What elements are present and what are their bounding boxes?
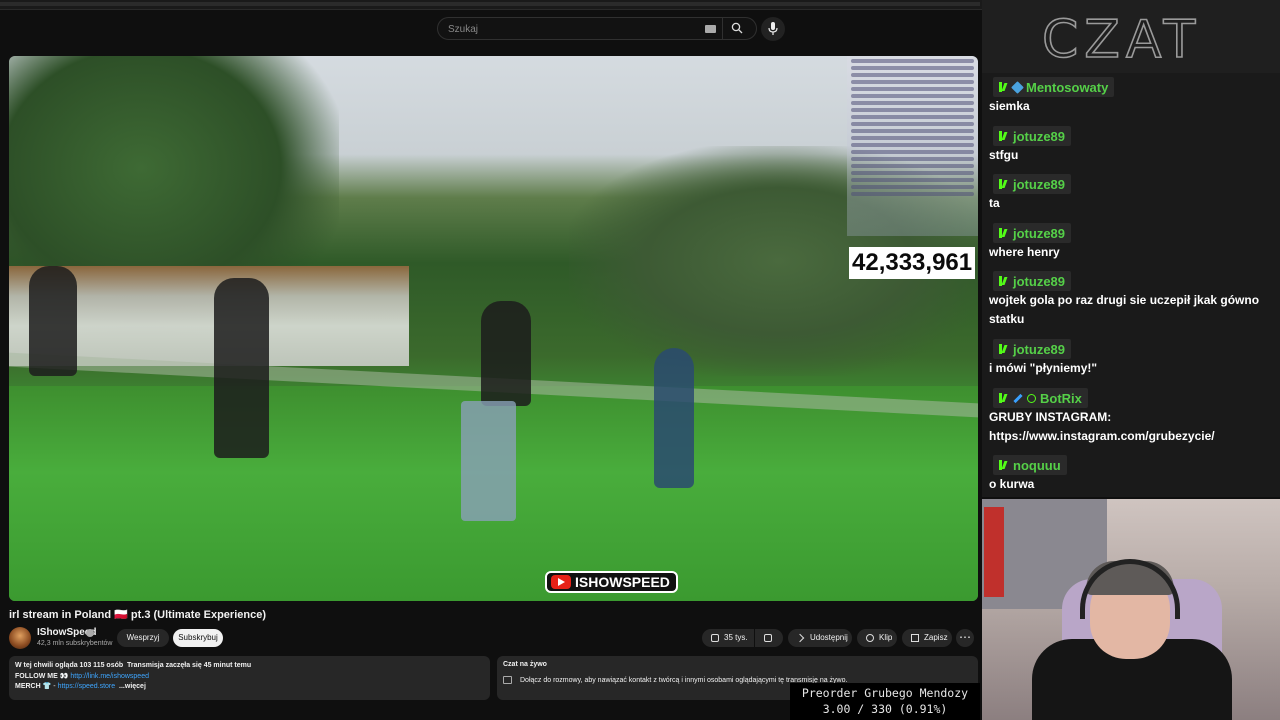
goal-title: Preorder Grubego Mendozy — [801, 686, 969, 700]
chat-username: Mentosowaty — [1026, 79, 1109, 95]
follow-link[interactable]: http://link.me/ishowspeed — [70, 673, 149, 680]
chat-user-row: noquuu — [993, 455, 1067, 475]
live-chat-title: Czat na żywo — [503, 661, 547, 668]
follow-label: FOLLOW ME 👀 — [15, 672, 69, 680]
video-chat-overlay — [847, 56, 978, 236]
save-label: Zapisz — [924, 633, 948, 642]
chat-text: GRUBY INSTAGRAM: https://www.instagram.c… — [989, 410, 1215, 443]
share-icon — [795, 633, 805, 643]
chat-user-row: BotRix — [993, 388, 1088, 408]
more-actions-button[interactable]: ⋯ — [956, 629, 974, 647]
video-person — [214, 278, 269, 458]
chat-text: stfgu — [989, 148, 1019, 162]
kick-icon — [999, 82, 1009, 92]
thumbs-down-icon — [764, 634, 772, 642]
clip-button[interactable]: Klip — [857, 629, 897, 647]
video-person-legs — [461, 401, 516, 521]
chat-text: o kurwa — [989, 477, 1035, 491]
microphone-icon — [768, 22, 778, 35]
search-bar[interactable] — [437, 17, 757, 40]
like-count: 35 tys. — [724, 633, 748, 642]
like-button[interactable]: 35 tys. — [702, 629, 754, 647]
description-line-3: MERCH 👕 - https://speed.store ...więcej — [15, 683, 146, 690]
youtube-pane: 42,333,961 ISHOWSPEED irl stream in Pola… — [0, 0, 982, 720]
watermark-text: ISHOWSPEED — [575, 574, 670, 590]
chat-text: siemka — [989, 99, 1030, 113]
voice-search-button[interactable] — [761, 17, 785, 41]
video-person — [481, 301, 531, 406]
share-label: Udostępnij — [810, 633, 848, 642]
chat-user-row: jotuze89 — [993, 271, 1072, 291]
stream-started: Transmisja zaczęła się 45 minut temu — [127, 662, 252, 669]
chat-header: CZAT — [982, 0, 1280, 73]
kick-icon — [999, 276, 1009, 286]
dislike-button[interactable] — [755, 629, 783, 647]
merch-link[interactable]: https://speed.store — [58, 683, 116, 690]
chat-user-row: jotuze89 — [993, 223, 1072, 243]
chat-username: BotRix — [1040, 390, 1082, 406]
chat-text: where henry — [989, 245, 1060, 259]
show-more-link[interactable]: ...więcej — [119, 683, 146, 690]
donation-goal-ticker: Preorder Grubego Mendozy 3.00 / 330 (0.9… — [790, 683, 980, 720]
description-box[interactable]: W tej chwili ogląda 103 115 osób Transmi… — [9, 656, 490, 700]
video-person — [29, 266, 77, 376]
description-line-1: W tej chwili ogląda 103 115 osób Transmi… — [15, 661, 484, 672]
chat-text: wojtek gola po raz drugi sie uczepił jka… — [989, 293, 1260, 326]
chat-bubble-icon — [503, 676, 512, 684]
browser-top-strip — [0, 0, 982, 10]
viewers-now: W tej chwili ogląda 103 115 osób — [15, 662, 124, 669]
save-button[interactable]: Zapisz — [902, 629, 952, 647]
chat-username: jotuze89 — [1013, 128, 1066, 144]
chat-username: jotuze89 — [1013, 225, 1066, 241]
video-title: irl stream in Poland 🇵🇱 pt.3 (Ultimate E… — [9, 609, 266, 621]
chat-user-row: jotuze89 — [993, 339, 1072, 359]
chat-text: i mówi "płyniemy!" — [989, 361, 1098, 375]
share-button[interactable]: Udostępnij — [788, 629, 852, 647]
thumbs-up-icon — [711, 634, 719, 642]
subscriber-count: 42,3 mln subskrybentów — [37, 640, 113, 647]
save-playlist-icon — [911, 634, 919, 642]
verified-bot-icon — [1027, 393, 1036, 403]
wrench-badge-icon — [1013, 393, 1023, 403]
youtube-play-icon — [551, 575, 571, 589]
kick-icon — [999, 344, 1009, 354]
chat-panel: CZAT Mentosowaty siemka jotuze89 stfgu j… — [982, 0, 1280, 497]
cube-badge-icon — [1011, 80, 1024, 94]
kick-icon — [999, 393, 1009, 403]
merch-label: MERCH 👕 — [15, 683, 52, 690]
chat-user-row: Mentosowaty — [993, 77, 1115, 97]
channel-watermark: ISHOWSPEED — [545, 571, 678, 593]
kick-icon — [999, 460, 1009, 470]
stream-layout: 42,333,961 ISHOWSPEED irl stream in Pola… — [0, 0, 1280, 720]
video-person — [654, 348, 694, 488]
channel-avatar[interactable] — [9, 627, 31, 649]
subscribe-button[interactable]: Subskrybuj — [173, 629, 223, 647]
view-counter: 42,333,961 — [849, 247, 976, 279]
keyboard-icon[interactable] — [705, 25, 716, 33]
chat-text: ta — [989, 196, 1000, 210]
kick-icon — [999, 228, 1009, 238]
webcam-feed — [982, 499, 1280, 720]
search-input[interactable] — [448, 21, 698, 37]
clip-label: Klip — [879, 633, 893, 642]
join-button[interactable]: Wesprzyj — [117, 629, 169, 647]
kick-icon — [999, 179, 1009, 189]
chat-username: jotuze89 — [1013, 273, 1066, 289]
scissors-icon — [866, 634, 874, 642]
goal-progress: 3.00 / 330 (0.91%) — [822, 702, 948, 716]
chat-logo: CZAT — [1041, 9, 1202, 71]
chat-user-row: jotuze89 — [993, 174, 1072, 194]
search-button[interactable] — [722, 17, 752, 40]
description-line-2: FOLLOW ME 👀 http://link.me/ishowspeed — [15, 672, 484, 683]
chat-username: jotuze89 — [1013, 176, 1066, 192]
chat-username: noquuu — [1013, 457, 1061, 473]
chat-user-row: jotuze89 — [993, 126, 1072, 146]
verified-icon — [86, 629, 94, 637]
chat-username: jotuze89 — [1013, 341, 1066, 357]
kick-icon — [999, 131, 1009, 141]
video-player[interactable]: 42,333,961 ISHOWSPEED — [9, 56, 978, 601]
webcam-background-flag — [984, 507, 1004, 597]
search-icon — [731, 22, 743, 34]
top-scrollbar[interactable] — [0, 2, 980, 6]
